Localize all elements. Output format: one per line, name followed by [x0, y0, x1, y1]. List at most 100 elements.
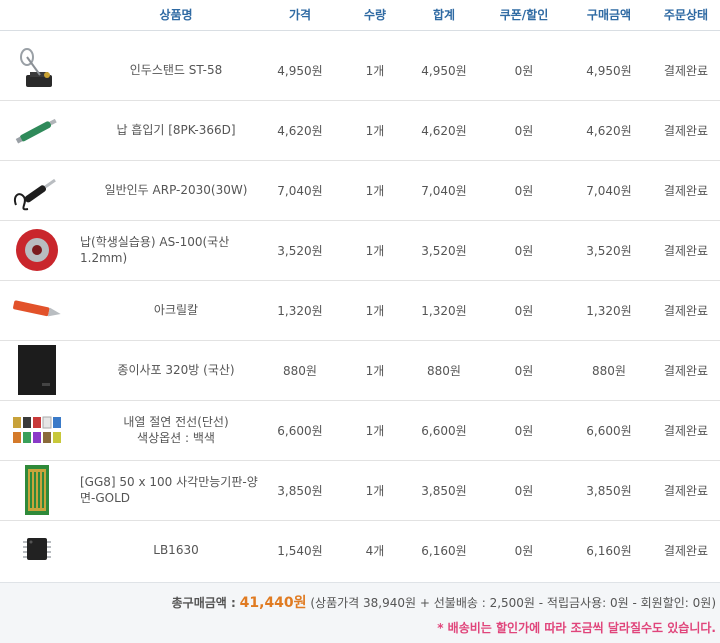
price-cell: 4,950원 — [277, 63, 323, 78]
coupon-cell: 0원 — [514, 63, 534, 78]
qty-cell: 1개 — [365, 183, 385, 198]
pcb-board-icon[interactable] — [6, 464, 68, 516]
coupon-cell: 0원 — [514, 303, 534, 318]
total-cell: 4,620원 — [421, 123, 467, 138]
header-status: 주문상태 — [663, 8, 709, 22]
acrylic-cutter-icon[interactable] — [6, 284, 68, 336]
qty-cell: 1개 — [365, 363, 385, 378]
order-history-panel: 상품명 가격 수량 합계 쿠폰/할인 구매금액 주문상태 인두스탠드 ST-58… — [0, 0, 720, 643]
soldering-stand-icon[interactable] — [6, 44, 68, 96]
coupon-cell: 0원 — [514, 483, 534, 498]
order-summary: 총구매금액 : 41,440원 (상품가격 38,940원 + 선불배송 : 2… — [0, 582, 720, 643]
product-name-cell: 아크릴칼 — [74, 280, 278, 340]
status-cell: 결제완료 — [663, 423, 709, 438]
total-cell: 6,160원 — [421, 543, 467, 558]
price-cell: 3,850원 — [277, 483, 323, 498]
table-row: 납(학생실습용) AS-100(국산 1.2mm) 3,520원 1개 3,52… — [0, 220, 720, 281]
product-name-link[interactable]: 내열 절연 전선(단선) — [123, 414, 228, 430]
total-cell: 3,520원 — [421, 243, 467, 258]
product-name-cell: 종이사포 320방 (국산) — [74, 340, 278, 400]
table-row: LB1630 1,540원 4개 6,160원 0원 6,160원 결제완료 — [0, 520, 720, 580]
status-cell: 결제완료 — [663, 483, 709, 498]
status-cell: 결제완료 — [663, 363, 709, 378]
coupon-cell: 0원 — [514, 363, 534, 378]
price-cell: 1,540원 — [277, 543, 323, 558]
status-cell: 결제완료 — [663, 303, 709, 318]
product-option: 색상옵션 : 백색 — [137, 431, 215, 445]
product-name-cell: 일반인두 ARP-2030(30W) — [74, 160, 278, 220]
product-name-link[interactable]: 납 흡입기 [8PK-366D] — [116, 122, 235, 138]
paid-cell: 4,950원 — [586, 63, 632, 78]
price-cell: 880원 — [283, 363, 317, 378]
product-name-link[interactable]: 인두스탠드 ST-58 — [130, 62, 222, 78]
price-cell: 6,600원 — [277, 423, 323, 438]
price-cell: 1,320원 — [277, 303, 323, 318]
product-name-link[interactable]: 아크릴칼 — [154, 302, 198, 318]
paid-cell: 3,850원 — [586, 483, 632, 498]
soldering-iron-icon[interactable] — [6, 164, 68, 216]
qty-cell: 1개 — [365, 63, 385, 78]
status-cell: 결제완료 — [663, 243, 709, 258]
sandpaper-icon[interactable] — [6, 344, 68, 396]
product-name-link[interactable]: LB1630 — [153, 542, 198, 558]
total-cell: 880원 — [427, 363, 461, 378]
product-name-link[interactable]: 납(학생실습용) AS-100(국산 1.2mm) — [80, 234, 270, 266]
product-name-link[interactable]: 종이사포 320방 (국산) — [117, 362, 234, 378]
qty-cell: 1개 — [365, 243, 385, 258]
price-cell: 7,040원 — [277, 183, 323, 198]
table-header: 상품명 가격 수량 합계 쿠폰/할인 구매금액 주문상태 — [0, 0, 720, 31]
product-name-link[interactable]: [GG8] 50 x 100 사각만능기판-양면-GOLD — [80, 474, 270, 506]
header-coupon: 쿠폰/할인 — [499, 8, 549, 22]
price-cell: 3,520원 — [277, 243, 323, 258]
paid-cell: 6,600원 — [586, 423, 632, 438]
total-cell: 1,320원 — [421, 303, 467, 318]
product-name-link[interactable]: 일반인두 ARP-2030(30W) — [105, 182, 248, 198]
coupon-cell: 0원 — [514, 543, 534, 558]
wire-spools-icon[interactable] — [6, 404, 68, 456]
summary-line: 총구매금액 : 41,440원 (상품가격 38,940원 + 선불배송 : 2… — [172, 592, 716, 612]
coupon-cell: 0원 — [514, 423, 534, 438]
table-row: 인두스탠드 ST-58 4,950원 1개 4,950원 0원 4,950원 결… — [0, 40, 720, 101]
header-total: 합계 — [432, 8, 456, 22]
header-product: 상품명 — [159, 8, 193, 22]
total-cell: 6,600원 — [421, 423, 467, 438]
solder-reel-icon[interactable] — [6, 224, 68, 276]
shipping-note: * 배송비는 할인가에 따라 조금씩 달라질수도 있습니다. — [437, 621, 716, 635]
status-cell: 결제완료 — [663, 123, 709, 138]
table-row: [GG8] 50 x 100 사각만능기판-양면-GOLD 3,850원 1개 … — [0, 460, 720, 521]
status-cell: 결제완료 — [663, 543, 709, 558]
product-name-cell: 납(학생실습용) AS-100(국산 1.2mm) — [80, 220, 270, 280]
product-name-cell: [GG8] 50 x 100 사각만능기판-양면-GOLD — [80, 460, 270, 520]
price-cell: 4,620원 — [277, 123, 323, 138]
summary-detail: (상품가격 38,940원 + 선불배송 : 2,500원 - 적립금사용: 0… — [310, 596, 716, 610]
summary-label: 총구매금액 : — [171, 596, 236, 610]
paid-cell: 3,520원 — [586, 243, 632, 258]
total-cell: 4,950원 — [421, 63, 467, 78]
total-cell: 7,040원 — [421, 183, 467, 198]
product-name-cell: 인두스탠드 ST-58 — [74, 40, 278, 100]
paid-cell: 880원 — [592, 363, 626, 378]
paid-cell: 6,160원 — [586, 543, 632, 558]
header-qty: 수량 — [363, 8, 387, 22]
header-paid: 구매금액 — [586, 8, 632, 22]
qty-cell: 1개 — [365, 303, 385, 318]
ic-chip-icon[interactable] — [6, 524, 68, 576]
header-price: 가격 — [288, 8, 312, 22]
solder-sucker-icon[interactable] — [6, 104, 68, 156]
table-row: 아크릴칼 1,320원 1개 1,320원 0원 1,320원 결제완료 — [0, 280, 720, 341]
product-name-cell: 내열 절연 전선(단선) 색상옵션 : 백색 — [74, 400, 278, 460]
coupon-cell: 0원 — [514, 243, 534, 258]
qty-cell: 1개 — [365, 483, 385, 498]
total-cell: 3,850원 — [421, 483, 467, 498]
status-cell: 결제완료 — [663, 183, 709, 198]
table-row: 일반인두 ARP-2030(30W) 7,040원 1개 7,040원 0원 7… — [0, 160, 720, 221]
summary-amount: 41,440원 — [239, 595, 307, 611]
qty-cell: 4개 — [365, 543, 385, 558]
coupon-cell: 0원 — [514, 123, 534, 138]
table-row: 종이사포 320방 (국산) 880원 1개 880원 0원 880원 결제완료 — [0, 340, 720, 401]
product-name-cell: LB1630 — [74, 520, 278, 580]
qty-cell: 1개 — [365, 123, 385, 138]
status-cell: 결제완료 — [663, 63, 709, 78]
paid-cell: 4,620원 — [586, 123, 632, 138]
paid-cell: 7,040원 — [586, 183, 632, 198]
